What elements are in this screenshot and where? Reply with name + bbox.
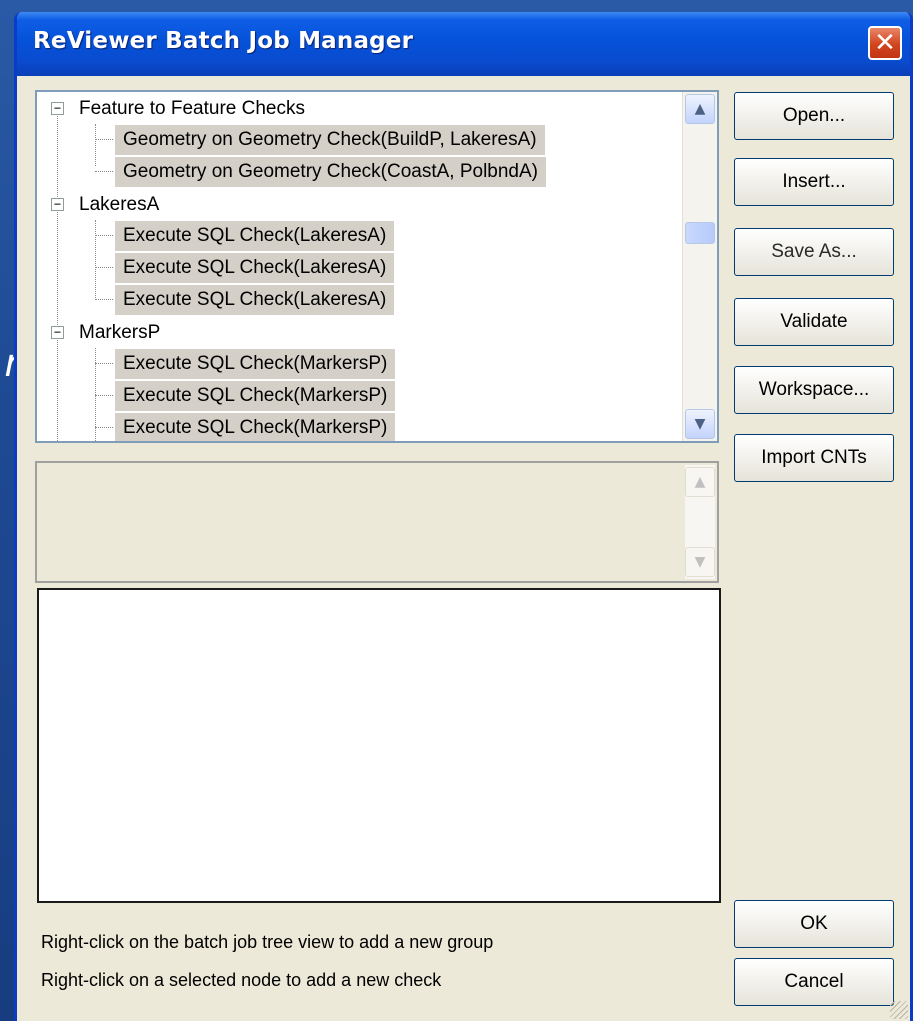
tree-connector-line	[95, 395, 113, 396]
close-icon[interactable]: ✕	[868, 26, 902, 60]
tree-node-check[interactable]: Execute SQL Check(MarkersP)	[115, 381, 396, 411]
tree-connector-line	[57, 116, 58, 441]
batch-job-manager-dialog: ReViewer Batch Job Manager ✕ − Feature t…	[14, 12, 913, 1021]
tree-vertical-scrollbar[interactable]: ▲ ▼	[682, 92, 717, 441]
workspace-button[interactable]: Workspace...	[734, 366, 894, 414]
minus-box-icon[interactable]: −	[51, 198, 64, 211]
tree-node-check[interactable]: Execute SQL Check(MarkersP)	[115, 413, 396, 441]
tree-node-check[interactable]: Execute SQL Check(LakeresA)	[115, 221, 395, 251]
chevron-up-icon[interactable]: ▲	[685, 467, 715, 497]
output-text-area[interactable]	[37, 588, 721, 903]
scrollbar-thumb[interactable]	[685, 222, 715, 244]
tree-connector-line	[95, 124, 96, 166]
tree-connector-line	[95, 139, 113, 140]
open-button[interactable]: Open...	[734, 92, 894, 140]
chevron-down-icon[interactable]: ▼	[685, 547, 715, 577]
tree-connector-line	[95, 363, 113, 364]
tree-connector-line	[95, 299, 113, 300]
tree-node-check[interactable]: Execute SQL Check(MarkersP)	[115, 349, 396, 379]
ok-button[interactable]: OK	[734, 900, 894, 948]
cancel-button[interactable]: Cancel	[734, 958, 894, 1006]
tree-connector-line	[95, 427, 113, 428]
insert-button[interactable]: Insert...	[734, 158, 894, 206]
description-vertical-scrollbar[interactable]: ▲ ▼	[685, 465, 715, 579]
tree-node-check[interactable]: Geometry on Geometry Check(CoastA, Polbn…	[115, 157, 547, 187]
validate-button[interactable]: Validate	[734, 298, 894, 346]
chevron-up-icon[interactable]: ▲	[685, 94, 715, 124]
hint-add-check: Right-click on a selected node to add a …	[41, 970, 442, 990]
tree-connector-line	[95, 171, 113, 172]
tree-connector-line	[95, 267, 113, 268]
minus-box-icon[interactable]: −	[51, 326, 64, 339]
resize-grip-icon[interactable]	[890, 1001, 908, 1019]
title-bar[interactable]: ReViewer Batch Job Manager ✕	[17, 12, 910, 76]
minus-box-icon[interactable]: −	[51, 102, 64, 115]
import-cnts-button[interactable]: Import CNTs	[734, 434, 894, 482]
window-title: ReViewer Batch Job Manager	[33, 28, 414, 54]
tree-group-markersp[interactable]: MarkersP	[79, 318, 160, 348]
hint-add-group: Right-click on the batch job tree view t…	[41, 932, 494, 952]
tree-connector-line	[95, 220, 96, 300]
tree-node-check[interactable]: Execute SQL Check(LakeresA)	[115, 253, 395, 283]
tree-group-lakeresa[interactable]: LakeresA	[79, 190, 159, 220]
tree-node-check[interactable]: Geometry on Geometry Check(BuildP, Laker…	[115, 125, 545, 155]
save-as-button[interactable]: Save As...	[734, 228, 894, 276]
tree-group-feature-to-feature-checks[interactable]: Feature to Feature Checks	[79, 94, 305, 124]
batch-job-tree[interactable]: − Feature to Feature Checks Geometry on …	[35, 90, 719, 443]
tree-node-check[interactable]: Execute SQL Check(LakeresA)	[115, 285, 395, 315]
chevron-down-icon[interactable]: ▼	[685, 409, 715, 439]
check-description-area[interactable]: ▲ ▼	[35, 461, 719, 583]
tree-connector-line	[95, 235, 113, 236]
